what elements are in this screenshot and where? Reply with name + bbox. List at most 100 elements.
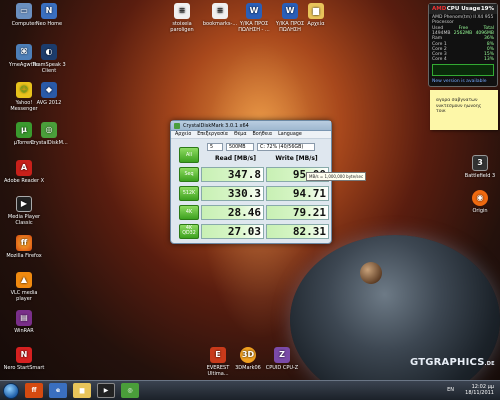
icon-label: stoixeia paroligen	[170, 21, 194, 33]
icon-label: Neo Home	[35, 21, 63, 27]
4k-qd32-button[interactable]: 4K QD32	[179, 223, 199, 239]
512k-button[interactable]: 512K	[179, 185, 199, 201]
menu-bar: Αρχείο Επεξεργασία Θέμα Βοήθεια Language	[171, 131, 331, 139]
read-header: Read [MB/s]	[215, 155, 256, 162]
winrar-desktop-icon[interactable]: ▤ WinRAR	[2, 310, 46, 334]
neohome-desktop-icon[interactable]: N Neo Home	[27, 3, 71, 27]
start-button[interactable]	[3, 382, 19, 399]
result-row-4k-qd32: 4K QD32 27.03 82.31	[179, 222, 329, 240]
language-indicator[interactable]: EN	[447, 387, 454, 393]
nero-desktop-icon[interactable]: N Nero StartSmart	[2, 347, 46, 371]
crystaldiskmark-window[interactable]: CrystalDiskMark 3.0.1 x64 Αρχείο Επεξεργ…	[170, 120, 332, 244]
adobe-reader-icon: A	[16, 160, 32, 176]
crystaldiskmark-desktop-icon[interactable]: ◎ CrystalDiskM...	[27, 122, 71, 146]
firefox-desktop-icon[interactable]: ff Mozilla Firefox	[2, 235, 46, 259]
gadget-title: CPU Usage	[446, 6, 481, 12]
menu-file[interactable]: Αρχείο	[175, 132, 191, 137]
media-player-icon: ▶	[16, 196, 32, 212]
watermark-main: GTGRAPHICS	[410, 357, 485, 368]
ie-taskbar-icon[interactable]: e	[49, 383, 67, 398]
menu-language[interactable]: Language	[278, 132, 302, 137]
vlc-desktop-icon[interactable]: ▲ VLC media player	[2, 272, 46, 302]
amd-logo: AMD	[432, 6, 447, 12]
read-value: 28.46	[201, 204, 264, 220]
icon-label: Y/ΙΚΑ ΠΡΟΣ ΠΩΛΗΣΗ - ...	[238, 21, 270, 33]
test-controls: 5 500MB C: 72% (40/56GB)	[207, 143, 325, 151]
firefox-icon: ff	[16, 235, 32, 251]
origin-icon: ◉	[472, 190, 488, 206]
everest-icon: E	[210, 347, 226, 363]
mpc-desktop-icon[interactable]: ▶ Media Player Classic	[2, 196, 46, 226]
size-select[interactable]: 500MB	[226, 143, 254, 151]
row-value: 13%	[483, 57, 494, 63]
runs-select[interactable]: 5	[207, 143, 223, 151]
crystaldiskmark-icon	[174, 123, 180, 129]
all-button[interactable]: All	[179, 147, 199, 163]
planet-wallpaper	[290, 235, 500, 400]
result-row-4k: 4K 28.46 79.21	[179, 203, 329, 221]
icon-label: Αρχεία	[307, 21, 325, 27]
icon-label: Nero StartSmart	[3, 365, 45, 371]
icon-label: Battlefield 3	[464, 173, 496, 179]
document-icon: ≡	[212, 3, 228, 19]
mem-free: 2562MB	[453, 31, 473, 37]
menu-theme[interactable]: Θέμα	[234, 132, 247, 137]
read-value: 27.03	[201, 223, 264, 239]
icon-label: WinRAR	[14, 328, 34, 334]
teamspeak-icon: ◐	[41, 44, 57, 60]
word-document-icon: W	[246, 3, 262, 19]
gadget-row-core4: Core 4 13%	[429, 57, 497, 62]
drive-select[interactable]: C: 72% (40/56GB)	[257, 143, 315, 151]
adobe-desktop-icon[interactable]: A Adobe Reader X	[2, 160, 46, 184]
write-value: 79.21	[266, 204, 329, 220]
result-row-512k: 512K 330.3 94.71	[179, 184, 329, 202]
read-value: 347.8	[201, 166, 264, 182]
icon-label: AVG 2012	[36, 100, 62, 106]
column-headers: Read [MB/s] Write [MB/s]	[205, 155, 327, 162]
cpu-usage-gadget[interactable]: AMD CPU Usage 19% AMD Phenom(tm) II X4 9…	[428, 3, 498, 87]
write-value: 82.31	[266, 223, 329, 239]
folder-icon: ▆	[308, 3, 324, 19]
winrar-icon: ▤	[16, 310, 32, 326]
origin-desktop-icon[interactable]: ◉ Origin	[458, 190, 500, 214]
document-icon: ≡	[174, 3, 190, 19]
crystaldiskmark-taskbar-icon[interactable]: ◎	[121, 383, 139, 398]
4k-button[interactable]: 4K	[179, 204, 199, 220]
moon-wallpaper	[360, 262, 382, 284]
folder-arxeia[interactable]: ▆ Αρχεία	[294, 3, 338, 27]
gadget-percent: 19%	[480, 6, 494, 12]
icon-label: TeamSpeak 3 Client	[32, 62, 66, 74]
window-titlebar[interactable]: CrystalDiskMark 3.0.1 x64	[171, 121, 331, 131]
gadget-header: AMD CPU Usage 19%	[429, 4, 497, 14]
menu-edit[interactable]: Επεξεργασία	[197, 132, 228, 137]
teamspeak-desktop-icon[interactable]: ◐ TeamSpeak 3 Client	[27, 44, 71, 74]
clock-date: 18/11/2011	[465, 390, 494, 396]
icon-label: Mozilla Firefox	[6, 253, 42, 259]
explorer-taskbar-icon[interactable]: ▆	[73, 383, 91, 398]
battlefield-icon: 3	[472, 155, 488, 171]
icon-label: CPUID CPU-Z	[265, 365, 299, 371]
cpuz-desktop-icon[interactable]: Z CPUID CPU-Z	[260, 347, 304, 371]
firefox-taskbar-icon[interactable]: ff	[25, 383, 43, 398]
clock[interactable]: 12:02 μμ 18/11/2011	[465, 384, 494, 396]
taskbar: ff e ▆ ▶ ◎ EN 12:02 μμ 18/11/2011	[0, 380, 500, 400]
icon-label: VLC media player	[10, 290, 38, 302]
seq-button[interactable]: Seq	[179, 166, 199, 182]
vlc-cone-icon: ▲	[16, 272, 32, 288]
sticky-note[interactable]: αγορα σαβγνατων νυκτεσμουν ηωνοης τοικ	[430, 90, 498, 130]
gtgraphics-watermark: GTGRAPHICS.DE	[410, 357, 495, 368]
media-taskbar-icon[interactable]: ▶	[97, 383, 115, 398]
new-version-link[interactable]: New version is available	[429, 78, 497, 85]
icon-label: Adobe Reader X	[3, 178, 45, 184]
icon-label: Origin	[472, 208, 488, 214]
crystaldiskmark-icon: ◎	[41, 122, 57, 138]
3dmark-icon: 3D	[240, 347, 256, 363]
cpuz-icon: Z	[274, 347, 290, 363]
battlefield-desktop-icon[interactable]: 3 Battlefield 3	[458, 155, 500, 179]
icon-label: 3DMark06	[235, 365, 261, 371]
processor-name: AMD Phenom(tm) II X4 955 Processor	[432, 15, 494, 25]
avg-icon: ◆	[41, 82, 57, 98]
menu-help[interactable]: Βοήθεια	[253, 132, 273, 137]
icon-label: CrystalDiskM...	[30, 140, 68, 146]
avg-desktop-icon[interactable]: ◆ AVG 2012	[27, 82, 71, 106]
